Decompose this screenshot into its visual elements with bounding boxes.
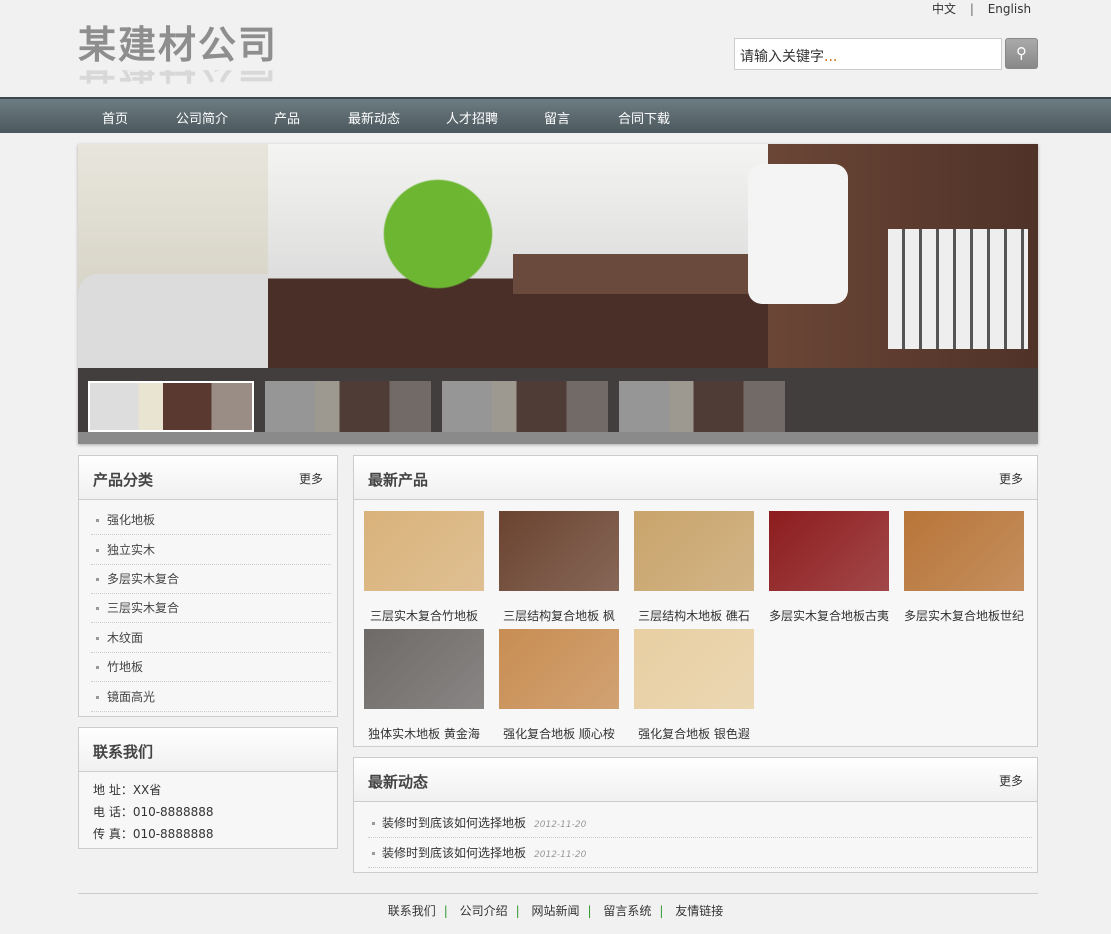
product-name[interactable]: 强化复合地板 银色遐 [632,725,756,742]
lang-english[interactable]: English [988,2,1031,16]
footer-links: 联系我们 | 公司介绍 | 网站新闻 | 留言系统 | 友情链接 [0,902,1111,919]
news-title-text[interactable]: 装修时到底该如何选择地板 [382,816,526,830]
product-card[interactable]: 多层实木复合地板世纪 [902,511,1026,624]
product-card[interactable]: 三层结构复合地板 枫 [497,511,621,624]
nav-home[interactable]: 首页 [102,108,128,127]
product-name[interactable]: 三层结构木地板 礁石 [632,607,756,624]
product-name[interactable]: 多层实木复合地板古夷 [767,607,891,624]
contact-fax: 传 真：010-8888888 [93,827,214,841]
footer-link[interactable]: 公司介绍 [460,904,508,918]
product-image[interactable] [499,629,619,709]
nav-about[interactable]: 公司简介 [176,108,228,127]
category-item[interactable]: 三层实木复合 [91,593,331,623]
product-card[interactable]: 独体实木地板 黄金海 [362,629,486,742]
products-more-link[interactable]: 更多 [999,470,1023,487]
nav-news[interactable]: 最新动态 [348,108,400,127]
product-image[interactable] [769,511,889,591]
slide-thumbnail[interactable] [619,381,785,432]
footer-link[interactable]: 友情链接 [675,904,723,918]
footer-sep: | [443,904,448,918]
banner-chair [748,164,848,304]
products-title: 最新产品 [368,471,429,489]
product-name[interactable]: 独体实木地板 黄金海 [362,725,486,742]
product-name[interactable]: 三层结构复合地板 枫 [497,607,621,624]
footer-link[interactable]: 联系我们 [388,904,436,918]
category-item[interactable]: 镜面高光 [91,682,331,712]
product-image[interactable] [634,511,754,591]
search-placeholder-dots: ... [824,49,838,65]
product-card[interactable]: 三层结构木地板 礁石 [632,511,756,624]
category-item[interactable]: 竹地板 [91,652,331,682]
logo[interactable]: 某建材公司 [78,14,278,69]
category-item[interactable]: 木纹面 [91,623,331,653]
lang-separator: | [969,2,974,16]
news-date: 2012-11-20 [534,850,587,860]
product-image[interactable] [499,511,619,591]
product-card[interactable]: 多层实木复合地板古夷 [767,511,891,624]
category-panel: 产品分类 更多 强化地板 独立实木 多层实木复合 三层实木复合 木纹面 竹地板 镜… [78,455,338,717]
lang-chinese[interactable]: 中文 [932,2,956,16]
contact-title: 联系我们 [93,743,154,761]
news-title: 最新动态 [368,773,429,791]
main-nav: 首页 公司简介 产品 最新动态 人才招聘 留言 合同下载 [0,97,1111,133]
product-card[interactable]: 强化复合地板 银色遐 [632,629,756,742]
news-date: 2012-11-20 [534,820,587,830]
product-image[interactable] [904,511,1024,591]
slide-thumbnail[interactable] [265,381,431,432]
nav-message[interactable]: 留言 [544,108,570,127]
product-card[interactable]: 三层实木复合竹地板 [362,511,486,624]
footer-sep: | [515,904,520,918]
footer-sep: | [587,904,592,918]
slide-thumbnail[interactable] [442,381,608,432]
category-item[interactable]: 多层实木复合 [91,564,331,594]
products-panel: 最新产品 更多 三层实木复合竹地板 三层结构复合地板 枫三层结构木地板 礁石 多层实木… [353,455,1038,747]
nav-jobs[interactable]: 人才招聘 [446,108,498,127]
footer-link[interactable]: 网站新闻 [531,904,579,918]
footer-sep: | [659,904,664,918]
news-title-text[interactable]: 装修时到底该如何选择地板 [382,846,526,860]
product-name[interactable]: 强化复合地板 顺心桉 [497,725,621,742]
news-more-link[interactable]: 更多 [999,772,1023,789]
banner-binders [888,229,1028,349]
search-placeholder: 请输入关键字 [740,49,824,65]
news-item[interactable]: 装修时到底该如何选择地板 2012-11-20 [368,838,1032,868]
magnifier-icon: ⚲ [1016,44,1027,62]
nav-download[interactable]: 合同下载 [618,108,670,127]
category-item[interactable]: 强化地板 [91,505,331,535]
category-title: 产品分类 [93,471,154,489]
slide-thumbnail[interactable] [88,381,254,432]
category-more-link[interactable]: 更多 [299,470,323,487]
contact-phone: 电 话：010-8888888 [93,805,214,819]
footer-link[interactable]: 留言系统 [603,904,651,918]
product-image[interactable] [364,629,484,709]
news-item[interactable]: 装修时到底该如何选择地板 2012-11-20 [368,808,1032,838]
footer-divider [78,893,1038,894]
banner-bottom-bar [78,432,1038,444]
nav-products[interactable]: 产品 [274,108,300,127]
search-input[interactable]: 请输入关键字... [734,38,1002,70]
product-image[interactable] [364,511,484,591]
product-name[interactable]: 多层实木复合地板世纪 [902,607,1026,624]
banner-slideshow[interactable] [78,144,1038,444]
language-switch: 中文 | English [932,0,1041,17]
product-image[interactable] [634,629,754,709]
product-name[interactable]: 三层实木复合竹地板 [362,607,486,624]
search-button[interactable]: ⚲ [1005,38,1038,69]
contact-address: 地 址：XX省 [93,783,162,797]
news-panel: 最新动态 更多 装修时到底该如何选择地板 2012-11-20 装修时到底该如何选择… [353,757,1038,873]
category-item[interactable]: 独立实木 [91,535,331,565]
thumbnail-strip [78,368,1038,432]
banner-plant [358,164,518,364]
product-card[interactable]: 强化复合地板 顺心桉 [497,629,621,742]
contact-panel: 联系我们 地 址：XX省 电 话：010-8888888 传 真：010-888… [78,727,338,849]
